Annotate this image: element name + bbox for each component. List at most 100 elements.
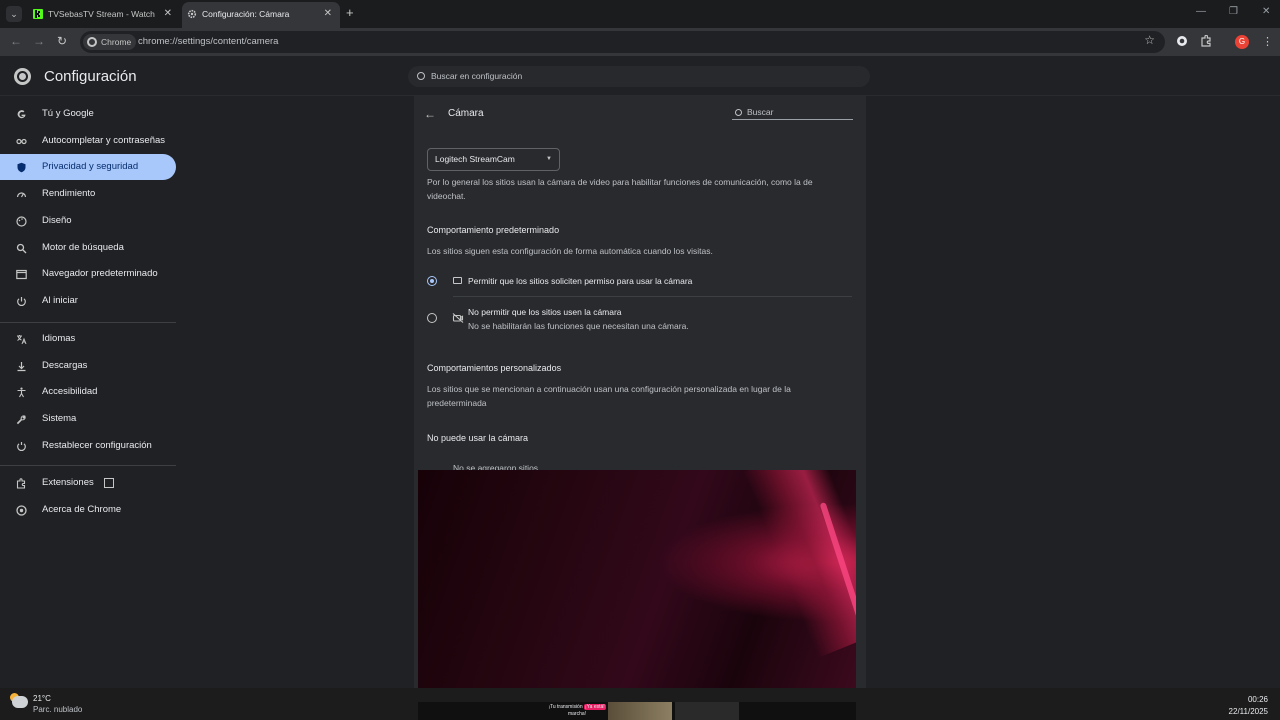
radio-allow-ask[interactable] (427, 276, 437, 286)
sidebar-divider (0, 465, 176, 466)
sidebar-item-label: Motor de búsqueda (42, 242, 124, 253)
google-icon (17, 110, 26, 119)
forward-icon[interactable]: → (33, 34, 45, 48)
close-window-icon[interactable]: ✕ (1262, 6, 1270, 17)
dropdown-caret-icon: ▼ (546, 156, 552, 162)
panel-title: Cámara (448, 108, 484, 119)
new-tab-icon[interactable]: + (346, 5, 354, 20)
gear-icon (187, 9, 197, 19)
sidebar-item-extensions[interactable]: Extensiones (0, 470, 176, 496)
sidebar-item-accessibility[interactable]: Accesibilidad (0, 379, 176, 405)
sidebar-item-default-browser[interactable]: Navegador predeterminado (0, 261, 176, 287)
sidebar-item-on-startup[interactable]: Al iniciar (0, 288, 176, 314)
restore-icon[interactable]: ❐ (1229, 6, 1238, 17)
search-placeholder: Buscar (747, 107, 774, 117)
cloud-icon[interactable] (12, 696, 28, 708)
puzzle-icon[interactable] (1200, 35, 1212, 47)
sidebar-item-label: Descargas (42, 360, 88, 371)
kebab-menu-icon[interactable]: ⋮ (1262, 35, 1273, 48)
chrome-icon (16, 505, 27, 516)
minimize-icon[interactable]: — (1196, 6, 1206, 17)
option-block-label: No permitir que los sitios usen la cámar… (468, 307, 622, 317)
sidebar-item-label: Diseño (42, 215, 72, 226)
back-icon[interactable]: ← (10, 34, 22, 48)
puzzle-icon (16, 478, 26, 489)
download-icon (17, 362, 26, 372)
speedometer-icon (16, 192, 27, 198)
url-text[interactable]: chrome://settings/content/camera (138, 31, 278, 53)
sidebar-item-system[interactable]: Sistema (0, 406, 176, 432)
bookmark-star-icon[interactable]: ☆ (1144, 33, 1155, 47)
camera-preview-overlay (418, 470, 856, 702)
sidebar-item-autofill[interactable]: Autocompletar y contraseñas (0, 128, 176, 154)
camera-search-input[interactable]: Buscar (732, 106, 853, 120)
default-behavior-desc: Los sitios siguen esta configuración de … (427, 246, 713, 256)
camera-intro-text: Por lo general los sitios usan la cámara… (427, 177, 813, 201)
sidebar-item-label: Sistema (42, 413, 77, 424)
custom-behavior-heading: Comportamientos personalizados (427, 363, 562, 373)
sidebar-item-label: Idiomas (42, 333, 76, 344)
external-link-icon (104, 478, 114, 488)
close-tab-icon[interactable]: ✕ (324, 2, 332, 26)
sidebar-item-downloads[interactable]: Descargas (0, 353, 176, 379)
kick-favicon-icon (33, 9, 43, 19)
sidebar-item-performance[interactable]: Rendimiento (0, 181, 176, 207)
sidebar-item-appearance[interactable]: Diseño (0, 208, 176, 234)
stream-note-badge: ¡Ya está! (584, 704, 606, 710)
reload-icon[interactable]: ↻ (57, 34, 67, 48)
back-arrow-icon[interactable]: ← (424, 107, 436, 121)
profile-avatar[interactable]: G (1235, 35, 1249, 49)
address-bar[interactable]: Chrome chrome://settings/content/camera … (80, 31, 1165, 53)
search-icon (417, 72, 425, 80)
tab-strip: ⌄ TVSebasTV Stream - Watch Live ✕ Config… (0, 0, 1280, 28)
tab-search-button[interactable]: ⌄ (6, 6, 22, 22)
option-divider (453, 296, 852, 297)
site-info-chip[interactable]: Chrome (83, 34, 137, 50)
sidebar-item-search-engine[interactable]: Motor de búsqueda (0, 235, 176, 261)
sidebar-item-label: Rendimiento (42, 188, 96, 199)
settings-search-input[interactable]: Buscar en configuración (408, 66, 870, 87)
sidebar-item-languages[interactable]: Idiomas (0, 326, 176, 352)
chip-label: Chrome (101, 37, 132, 47)
sidebar-item-you-and-google[interactable]: Tú y Google (0, 101, 176, 127)
stream-thumbnail[interactable] (675, 702, 739, 720)
default-behavior-heading: Comportamiento predeterminado (427, 225, 560, 235)
settings-sidebar: Tú y Google Autocompletar y contraseñas … (0, 97, 180, 687)
option-block-sublabel: No se habilitarán las funciones que nece… (468, 321, 689, 331)
weather-temperature[interactable]: 21°C (33, 694, 51, 703)
extension-shield-icon[interactable] (1176, 35, 1188, 47)
translate-icon (17, 335, 27, 345)
camera-device-select[interactable]: Logitech StreamCam ▼ (427, 148, 560, 171)
search-icon (16, 243, 27, 254)
sidebar-item-label: Acerca de Chrome (42, 504, 122, 515)
sidebar-item-label: Al iniciar (42, 295, 78, 306)
sidebar-item-label: Tú y Google (42, 108, 94, 119)
clock-date: 22/11/2025 (1228, 707, 1268, 716)
settings-header: Configuración Buscar en configuración (0, 56, 1280, 96)
clock-time: 00:26 (1247, 695, 1268, 704)
browser-toolbar: ← → ↻ Chrome chrome://settings/content/c… (0, 28, 1280, 56)
tab-settings[interactable]: Configuración: Cámara ✕ (182, 2, 340, 28)
close-tab-icon[interactable]: ✕ (164, 2, 172, 26)
key-icon (16, 138, 27, 145)
shield-icon (17, 162, 26, 173)
tab-stream[interactable]: TVSebasTV Stream - Watch Live ✕ (28, 2, 180, 28)
sidebar-divider (0, 322, 176, 323)
sidebar-item-about-chrome[interactable]: Acerca de Chrome (0, 497, 176, 523)
sidebar-item-label: Navegador predeterminado (42, 268, 158, 279)
sidebar-item-label: Accesibilidad (42, 386, 98, 397)
chrome-icon (87, 37, 97, 47)
stream-thumbnail[interactable] (608, 702, 672, 720)
stream-note-line2: marcha! (567, 711, 587, 717)
sidebar-item-reset[interactable]: Restablecer configuración (0, 433, 176, 459)
reset-icon (17, 442, 26, 452)
tab-title: Configuración: Cámara (202, 9, 290, 19)
sidebar-item-privacy[interactable]: Privacidad y seguridad (0, 154, 176, 180)
option-allow-label: Permitir que los sitios soliciten permis… (468, 276, 693, 286)
browser-icon (16, 269, 27, 280)
system-clock[interactable]: 00:26 22/11/2025 (1229, 694, 1268, 718)
weather-description[interactable]: Parc. nublado (33, 705, 82, 714)
camera-icon (453, 277, 462, 284)
sidebar-item-label: Privacidad y seguridad (42, 161, 139, 172)
radio-block[interactable] (427, 313, 437, 323)
